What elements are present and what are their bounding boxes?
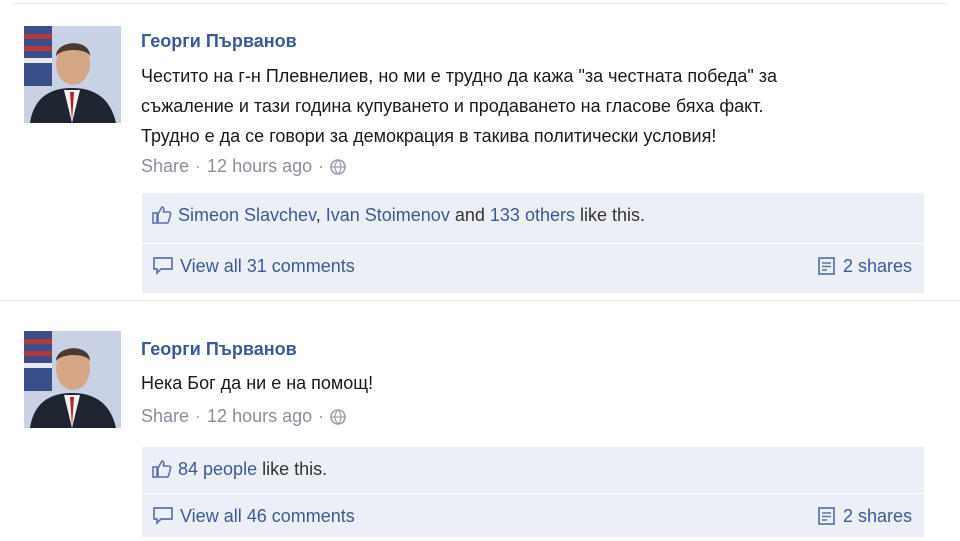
liker-link[interactable]: Simeon Slavchev — [178, 205, 316, 225]
post-author[interactable]: Георги Първанов — [141, 339, 297, 360]
likes-row: 84 people like this. — [142, 447, 924, 493]
likes-tail: like this. — [262, 459, 328, 479]
likes-people-link[interactable]: 84 people — [178, 459, 257, 479]
likes-and: and — [454, 205, 485, 225]
like-icon — [152, 459, 172, 484]
shares-link[interactable]: 2 shares — [843, 256, 912, 276]
post-meta: Share · 12 hours ago · — [141, 406, 346, 430]
globe-icon — [330, 159, 346, 180]
share-icon — [817, 256, 837, 281]
liker-link[interactable]: Ivan Stoimenov — [326, 205, 450, 225]
globe-icon — [330, 409, 346, 430]
post-author[interactable]: Георги Първанов — [141, 31, 297, 52]
shares-link[interactable]: 2 shares — [843, 506, 912, 526]
post-timestamp[interactable]: 12 hours ago — [207, 156, 312, 176]
likes-others-link[interactable]: 133 others — [490, 205, 575, 225]
post-timestamp[interactable]: 12 hours ago — [207, 406, 312, 426]
share-link[interactable]: Share — [141, 156, 189, 176]
message-line: съжаление и тази година купуването и про… — [141, 96, 764, 116]
message-line: Трудно е да се говори за демокрация в та… — [141, 126, 717, 146]
avatar[interactable] — [24, 331, 121, 428]
comment-icon — [152, 256, 174, 281]
meta-separator: · — [318, 406, 325, 426]
view-comments-link[interactable]: View all 31 comments — [180, 256, 355, 276]
post-message: Честито на г-н Плевнелиев, но ми е трудн… — [141, 61, 941, 151]
feed-post: Георги Първанов Честито на г-н Плевнелие… — [0, 0, 960, 300]
share-link[interactable]: Share — [141, 406, 189, 426]
meta-separator: · — [195, 156, 202, 176]
avatar[interactable] — [24, 26, 121, 123]
message-line: Честито на г-н Плевнелиев, но ми е трудн… — [141, 66, 778, 86]
comments-row: View all 46 comments 2 shares — [142, 493, 924, 540]
view-comments-link[interactable]: View all 46 comments — [180, 506, 355, 526]
post-message: Нека Бог да ни е на помощ! — [141, 368, 941, 398]
post-meta: Share · 12 hours ago · — [141, 156, 346, 180]
feedback-box: 84 people like this. View all 46 comment… — [142, 447, 924, 537]
comment-icon — [152, 506, 174, 531]
like-icon — [152, 205, 172, 230]
feed-post: Георги Първанов Нека Бог да ни е на помо… — [0, 300, 960, 541]
message-line: Нека Бог да ни е на помощ! — [141, 373, 374, 393]
likes-tail: like this. — [579, 205, 646, 225]
likes-row: Simeon Slavchev, Ivan Stoimenov and 133 … — [142, 193, 924, 239]
feedback-box: Simeon Slavchev, Ivan Stoimenov and 133 … — [142, 193, 924, 293]
share-icon — [817, 506, 837, 531]
meta-separator: · — [318, 156, 325, 176]
comments-row: View all 31 comments 2 shares — [142, 243, 924, 290]
meta-separator: · — [195, 406, 202, 426]
